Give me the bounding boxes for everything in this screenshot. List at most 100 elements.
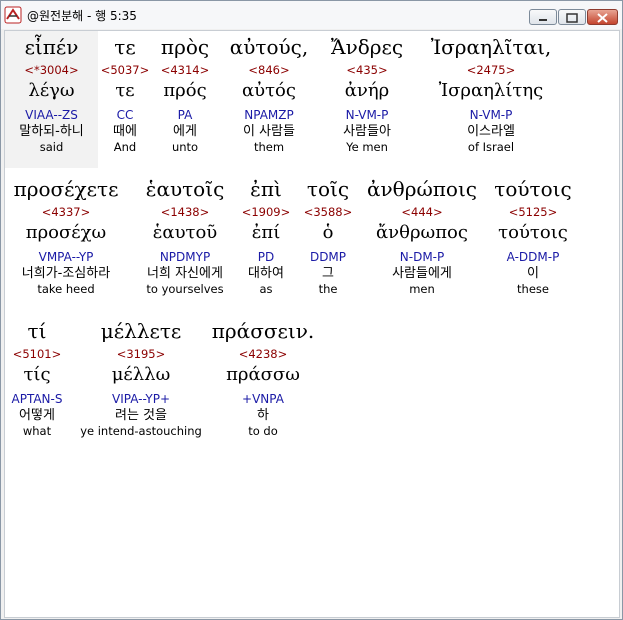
app-icon bbox=[4, 6, 22, 24]
lexical-form: πρός bbox=[163, 80, 207, 101]
greek-word: τί bbox=[27, 319, 47, 343]
english-gloss: to yourselves bbox=[146, 282, 224, 296]
window-title: @원전분해 - 행 5:35 bbox=[27, 9, 137, 23]
lexical-form: λέγω bbox=[28, 80, 75, 101]
word-block[interactable]: μέλλετε <3195> μέλλω VIPA--YP+ 려는 것을 ye … bbox=[77, 319, 205, 438]
korean-gloss: 이스라엘 bbox=[467, 124, 515, 139]
word-block[interactable]: πράσσειν. <4238> πράσσω +VNPA 하 to do bbox=[211, 319, 315, 438]
english-gloss: Ye men bbox=[346, 140, 388, 154]
korean-gloss: 에게 bbox=[173, 124, 197, 139]
morphology-code: NPAMZP bbox=[244, 108, 294, 122]
interlinear-view[interactable]: εἶπέν <*3004> λέγω VIAA--ZS 말하되-하니 said … bbox=[4, 30, 620, 618]
korean-gloss: 대하여 bbox=[248, 266, 284, 281]
word-block[interactable]: προσέχετε <4337> προσέχω VMPA--YP 너희가-조심… bbox=[5, 177, 127, 296]
lexical-form: τούτοις bbox=[498, 222, 568, 243]
strong-number[interactable]: <4238> bbox=[211, 347, 315, 361]
korean-gloss: 하 bbox=[257, 408, 269, 423]
korean-gloss: 사람들에게 bbox=[392, 266, 452, 281]
app-window: @원전분해 - 행 5:35 εἶπέν <*3004> λέγω VIAA--… bbox=[0, 0, 623, 620]
greek-word: προσέχετε bbox=[13, 177, 119, 201]
minimize-icon bbox=[539, 19, 547, 21]
greek-word: Ἰσραηλῖται, bbox=[430, 35, 552, 59]
korean-gloss: 어떻게 bbox=[19, 408, 55, 423]
greek-word: Ἄνδρες bbox=[330, 35, 404, 59]
lexical-form: Ἰσραηλίτης bbox=[438, 80, 544, 101]
english-gloss: of Israel bbox=[467, 140, 515, 154]
korean-gloss: 이 사람들 bbox=[243, 124, 295, 139]
english-gloss: unto bbox=[171, 140, 199, 154]
korean-gloss: 사람들아 bbox=[343, 124, 391, 139]
greek-word: ἑαυτοῖς bbox=[145, 177, 225, 201]
lexical-form: τίς bbox=[23, 364, 51, 385]
morphology-code: N-DM-P bbox=[399, 250, 445, 264]
english-gloss: the bbox=[318, 282, 338, 296]
greek-word: ἀνθρώποις bbox=[367, 177, 477, 201]
minimize-button[interactable] bbox=[529, 9, 557, 25]
strong-number[interactable]: <2475> bbox=[423, 63, 559, 77]
strong-number[interactable]: <5125> bbox=[489, 205, 577, 219]
word-block[interactable]: εἶπέν <*3004> λέγω VIAA--ZS 말하되-하니 said bbox=[5, 35, 98, 154]
strong-number[interactable]: <3588> bbox=[299, 205, 357, 219]
korean-gloss: 너희가-조심하라 bbox=[21, 266, 111, 281]
word-block[interactable]: αὐτούς, <846> αὐτός NPAMZP 이 사람들 them bbox=[223, 35, 315, 154]
lexical-form: ἄνθρωπος bbox=[376, 222, 468, 243]
english-gloss: take heed bbox=[37, 282, 95, 296]
english-gloss: men bbox=[409, 282, 435, 296]
lexical-form: ἀνήρ bbox=[344, 80, 390, 101]
word-block[interactable]: τούτοις <5125> τούτοις A-DDM-P 이 these bbox=[489, 177, 577, 296]
morphology-code: A-DDM-P bbox=[506, 250, 560, 264]
greek-word: μέλλετε bbox=[100, 319, 182, 343]
morphology-code: N-VM-P bbox=[469, 108, 513, 122]
lexical-form: ἑαυτοῦ bbox=[152, 222, 218, 243]
word-block[interactable]: τοῖς <3588> ὁ DDMP 그 the bbox=[299, 177, 357, 296]
lexical-form: ἐπί bbox=[251, 222, 281, 243]
strong-number[interactable]: <1909> bbox=[241, 205, 291, 219]
korean-gloss: 이 bbox=[527, 266, 539, 281]
strong-number[interactable]: <444> bbox=[363, 205, 481, 219]
greek-word: τε bbox=[114, 35, 136, 59]
lexical-form: τε bbox=[115, 80, 135, 101]
strong-number[interactable]: <5037> bbox=[100, 63, 150, 77]
english-gloss: ye intend-astouching bbox=[80, 424, 202, 438]
greek-word: εἶπέν bbox=[24, 35, 79, 59]
lexical-form: μέλλω bbox=[111, 364, 171, 385]
strong-number[interactable]: <435> bbox=[317, 63, 417, 77]
greek-word: τούτοις bbox=[494, 177, 572, 201]
strong-number[interactable]: <5101> bbox=[5, 347, 69, 361]
lexical-form: ὁ bbox=[322, 222, 334, 243]
close-icon bbox=[597, 13, 608, 23]
word-block[interactable]: πρὸς <4314> πρός PA 에게 unto bbox=[153, 35, 217, 154]
english-gloss: these bbox=[517, 282, 549, 296]
word-block[interactable]: Ἰσραηλῖται, <2475> Ἰσραηλίτης N-VM-P 이스라… bbox=[423, 35, 559, 154]
morphology-code: VMPA--YP bbox=[38, 250, 94, 264]
korean-gloss: 말하되-하니 bbox=[19, 124, 84, 139]
maximize-button[interactable] bbox=[558, 9, 586, 25]
word-block[interactable]: ἑαυτοῖς <1438> ἑαυτοῦ NPDMYP 너희 자신에게 to … bbox=[133, 177, 237, 296]
strong-number[interactable]: <*3004> bbox=[5, 63, 98, 77]
korean-gloss: 너희 자신에게 bbox=[147, 266, 223, 281]
word-block[interactable]: τί <5101> τίς APTAN-S 어떻게 what bbox=[5, 319, 69, 438]
korean-gloss: 때에 bbox=[113, 124, 137, 139]
close-button[interactable] bbox=[587, 9, 618, 25]
strong-number[interactable]: <1438> bbox=[133, 205, 237, 219]
english-gloss: to do bbox=[248, 424, 278, 438]
morphology-code: CC bbox=[116, 108, 134, 122]
morphology-code: N-VM-P bbox=[345, 108, 389, 122]
strong-number[interactable]: <4337> bbox=[5, 205, 127, 219]
word-block[interactable]: τε <5037> τε CC 때에 And bbox=[100, 35, 150, 154]
english-gloss: said bbox=[39, 140, 64, 154]
korean-gloss: 그 bbox=[322, 266, 334, 281]
greek-word: αὐτούς, bbox=[229, 35, 309, 59]
greek-word: πρὸς bbox=[160, 35, 210, 59]
lexical-form: αὐτός bbox=[242, 80, 296, 101]
strong-number[interactable]: <4314> bbox=[153, 63, 217, 77]
word-block[interactable]: Ἄνδρες <435> ἀνήρ N-VM-P 사람들아 Ye men bbox=[317, 35, 417, 154]
title-bar[interactable]: @원전분해 - 행 5:35 bbox=[1, 1, 622, 29]
greek-word: ἐπὶ bbox=[250, 177, 282, 201]
morphology-code: PD bbox=[257, 250, 275, 264]
word-block[interactable]: ἀνθρώποις <444> ἄνθρωπος N-DM-P 사람들에게 me… bbox=[363, 177, 481, 296]
strong-number[interactable]: <3195> bbox=[77, 347, 205, 361]
strong-number[interactable]: <846> bbox=[223, 63, 315, 77]
morphology-code: +VNPA bbox=[242, 392, 284, 406]
word-block[interactable]: ἐπὶ <1909> ἐπί PD 대하여 as bbox=[241, 177, 291, 296]
